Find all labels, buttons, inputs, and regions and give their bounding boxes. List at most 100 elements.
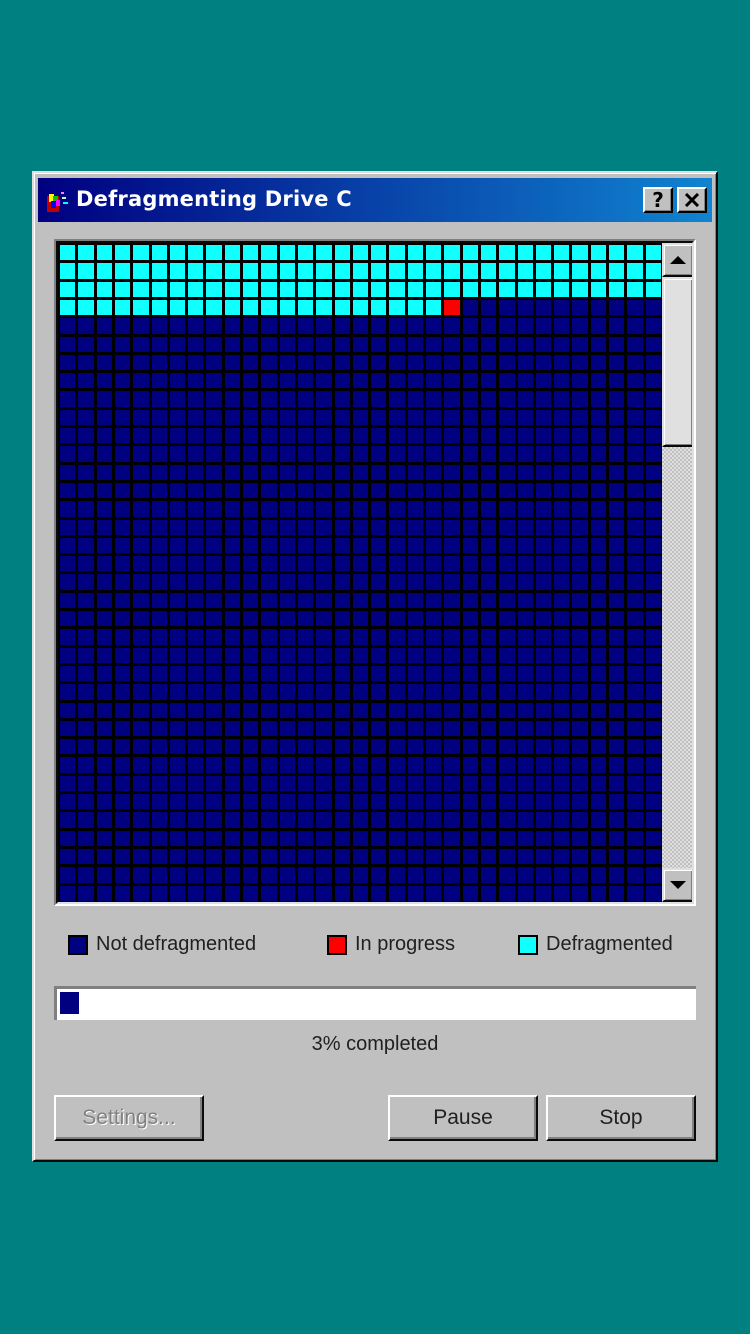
cluster-cell-not-defragmented (408, 849, 423, 864)
cluster-cell-not-defragmented (499, 739, 515, 754)
cluster-cell-not-defragmented (572, 593, 588, 608)
cluster-cell-not-defragmented (225, 849, 240, 864)
cluster-cell-not-defragmented (609, 391, 624, 407)
cluster-cell-defragmented (133, 245, 149, 260)
cluster-cell-not-defragmented (591, 355, 606, 370)
cluster-cell-not-defragmented (518, 757, 533, 773)
cluster-cell-not-defragmented (646, 574, 661, 590)
cluster-cell-not-defragmented (115, 886, 130, 901)
pause-button[interactable]: Pause (388, 1095, 538, 1141)
cluster-cell-not-defragmented (481, 410, 496, 425)
cluster-cell-defragmented (316, 282, 332, 297)
cluster-cell-not-defragmented (444, 501, 460, 517)
cluster-cell-not-defragmented (591, 574, 606, 590)
cluster-cell-not-defragmented (206, 739, 222, 754)
cluster-cell-not-defragmented (609, 611, 624, 626)
cluster-cell-not-defragmented (481, 574, 496, 590)
cluster-cell-not-defragmented (152, 501, 167, 517)
close-button[interactable] (677, 187, 707, 213)
vertical-scrollbar[interactable] (662, 243, 692, 902)
cluster-cell-not-defragmented (591, 556, 606, 571)
help-button[interactable]: ? (643, 187, 673, 213)
cluster-cell-not-defragmented (591, 465, 606, 480)
cluster-cell-not-defragmented (536, 300, 551, 315)
cluster-cell-not-defragmented (243, 574, 258, 590)
cluster-cell-not-defragmented (536, 648, 551, 663)
cluster-cell-not-defragmented (97, 757, 112, 773)
cluster-cell-not-defragmented (536, 629, 551, 645)
cluster-cell-not-defragmented (60, 574, 75, 590)
cluster-cell-not-defragmented (646, 867, 661, 883)
cluster-cell-not-defragmented (335, 410, 350, 425)
scroll-down-button[interactable] (662, 868, 692, 902)
cluster-cell-not-defragmented (554, 556, 569, 571)
cluster-cell-not-defragmented (298, 593, 313, 608)
cluster-cell-not-defragmented (170, 465, 185, 480)
window-title: Defragmenting Drive C (76, 187, 352, 211)
cluster-cell-not-defragmented (335, 812, 350, 828)
cluster-cell-not-defragmented (78, 757, 94, 773)
cluster-cell-not-defragmented (170, 428, 185, 443)
cluster-cell-not-defragmented (353, 428, 368, 443)
cluster-cell-not-defragmented (646, 776, 661, 791)
cluster-cell-not-defragmented (481, 465, 496, 480)
cluster-cell-defragmented (243, 282, 258, 297)
cluster-cell-not-defragmented (554, 867, 569, 883)
cluster-cell-defragmented (188, 263, 203, 279)
cluster-cell-defragmented (389, 245, 405, 260)
cluster-cell-not-defragmented (261, 794, 277, 809)
cluster-cell-not-defragmented (316, 849, 332, 864)
cluster-cell-not-defragmented (572, 410, 588, 425)
cluster-cell-not-defragmented (591, 794, 606, 809)
cluster-cell-not-defragmented (115, 318, 130, 334)
cluster-cell-not-defragmented (499, 721, 515, 736)
cluster-cell-not-defragmented (206, 684, 222, 700)
settings-button[interactable]: Settings... (54, 1095, 204, 1141)
cluster-cell-not-defragmented (243, 391, 258, 407)
cluster-cell-defragmented (572, 245, 588, 260)
cluster-cell-not-defragmented (261, 501, 277, 517)
cluster-cell-not-defragmented (499, 501, 515, 517)
cluster-cell-not-defragmented (243, 410, 258, 425)
cluster-cell-not-defragmented (609, 721, 624, 736)
cluster-cell-defragmented (518, 263, 533, 279)
cluster-cell-not-defragmented (115, 812, 130, 828)
scroll-thumb[interactable] (662, 277, 692, 447)
cluster-cell-not-defragmented (609, 757, 624, 773)
scroll-up-button[interactable] (662, 243, 692, 277)
cluster-cell-not-defragmented (115, 629, 130, 645)
stop-button[interactable]: Stop (546, 1095, 696, 1141)
cluster-cell-not-defragmented (133, 410, 149, 425)
cluster-cell-not-defragmented (206, 556, 222, 571)
cluster-cell-not-defragmented (554, 721, 569, 736)
cluster-cell-not-defragmented (353, 355, 368, 370)
cluster-cell-not-defragmented (97, 410, 112, 425)
cluster-cell-not-defragmented (78, 538, 94, 553)
cluster-cell-not-defragmented (389, 318, 405, 334)
cluster-cell-not-defragmented (554, 812, 569, 828)
cluster-cell-not-defragmented (536, 410, 551, 425)
cluster-cell-not-defragmented (170, 611, 185, 626)
cluster-cell-not-defragmented (316, 794, 332, 809)
cluster-cell-not-defragmented (591, 373, 606, 388)
cluster-cell-not-defragmented (152, 794, 167, 809)
cluster-cell-not-defragmented (609, 501, 624, 517)
cluster-cell-defragmented (646, 282, 661, 297)
cluster-cell-not-defragmented (188, 776, 203, 791)
cluster-cell-not-defragmented (353, 886, 368, 901)
cluster-cell-not-defragmented (243, 501, 258, 517)
cluster-cell-not-defragmented (115, 337, 130, 352)
title-bar[interactable]: Defragmenting Drive C ? (38, 178, 712, 222)
cluster-cell-not-defragmented (554, 666, 569, 681)
cluster-cell-not-defragmented (97, 666, 112, 681)
cluster-cell-not-defragmented (206, 446, 222, 462)
cluster-cell-not-defragmented (316, 391, 332, 407)
cluster-cell-not-defragmented (170, 849, 185, 864)
cluster-cell-not-defragmented (371, 648, 386, 663)
cluster-cell-not-defragmented (298, 520, 313, 535)
cluster-cell-not-defragmented (481, 520, 496, 535)
cluster-cell-not-defragmented (78, 739, 94, 754)
cluster-cell-not-defragmented (609, 867, 624, 883)
cluster-cell-not-defragmented (536, 318, 551, 334)
cluster-cell-not-defragmented (408, 538, 423, 553)
